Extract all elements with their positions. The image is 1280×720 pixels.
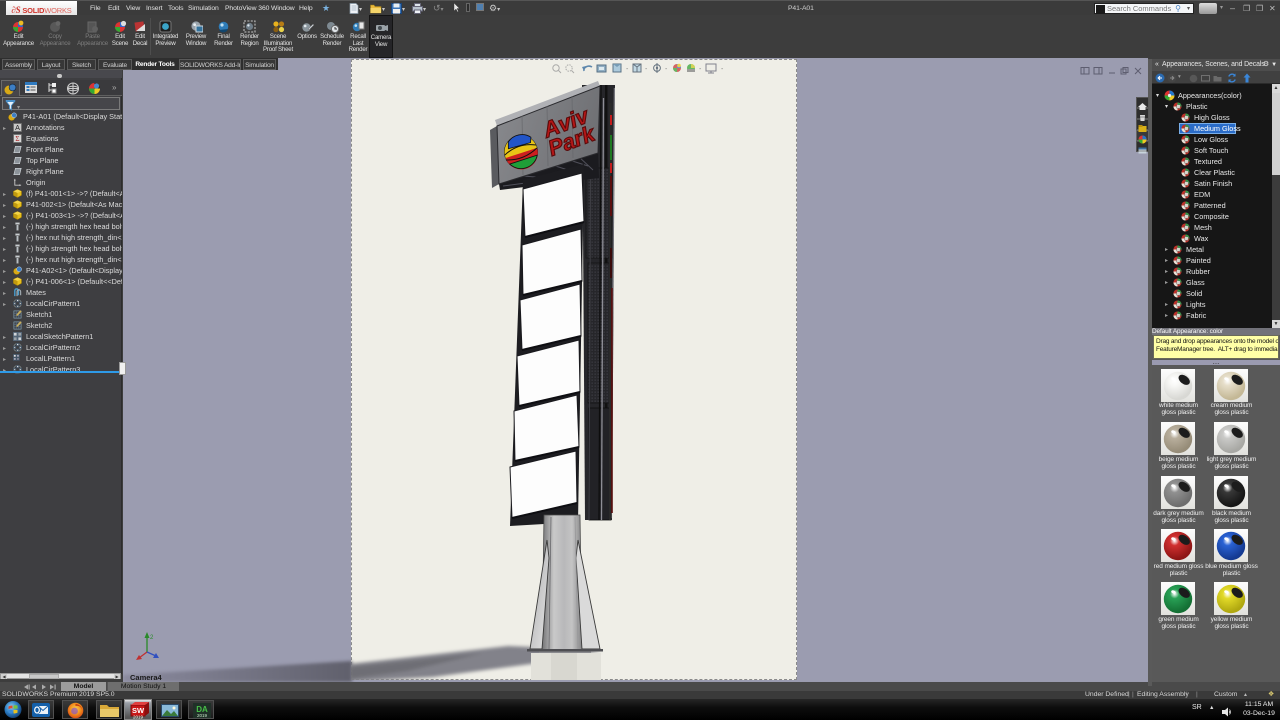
svg-text:-: - — [645, 66, 648, 73]
svg-text:2019: 2019 — [197, 713, 208, 718]
svg-text:A: A — [15, 123, 20, 132]
svg-text:Σ: Σ — [15, 135, 19, 143]
svg-text:-: - — [721, 66, 724, 73]
svg-text:2: 2 — [150, 635, 154, 641]
svg-text:-: - — [626, 66, 629, 73]
svg-text:-: - — [699, 66, 702, 73]
svg-text:2019: 2019 — [133, 715, 144, 720]
svg-text:-: - — [665, 66, 668, 73]
